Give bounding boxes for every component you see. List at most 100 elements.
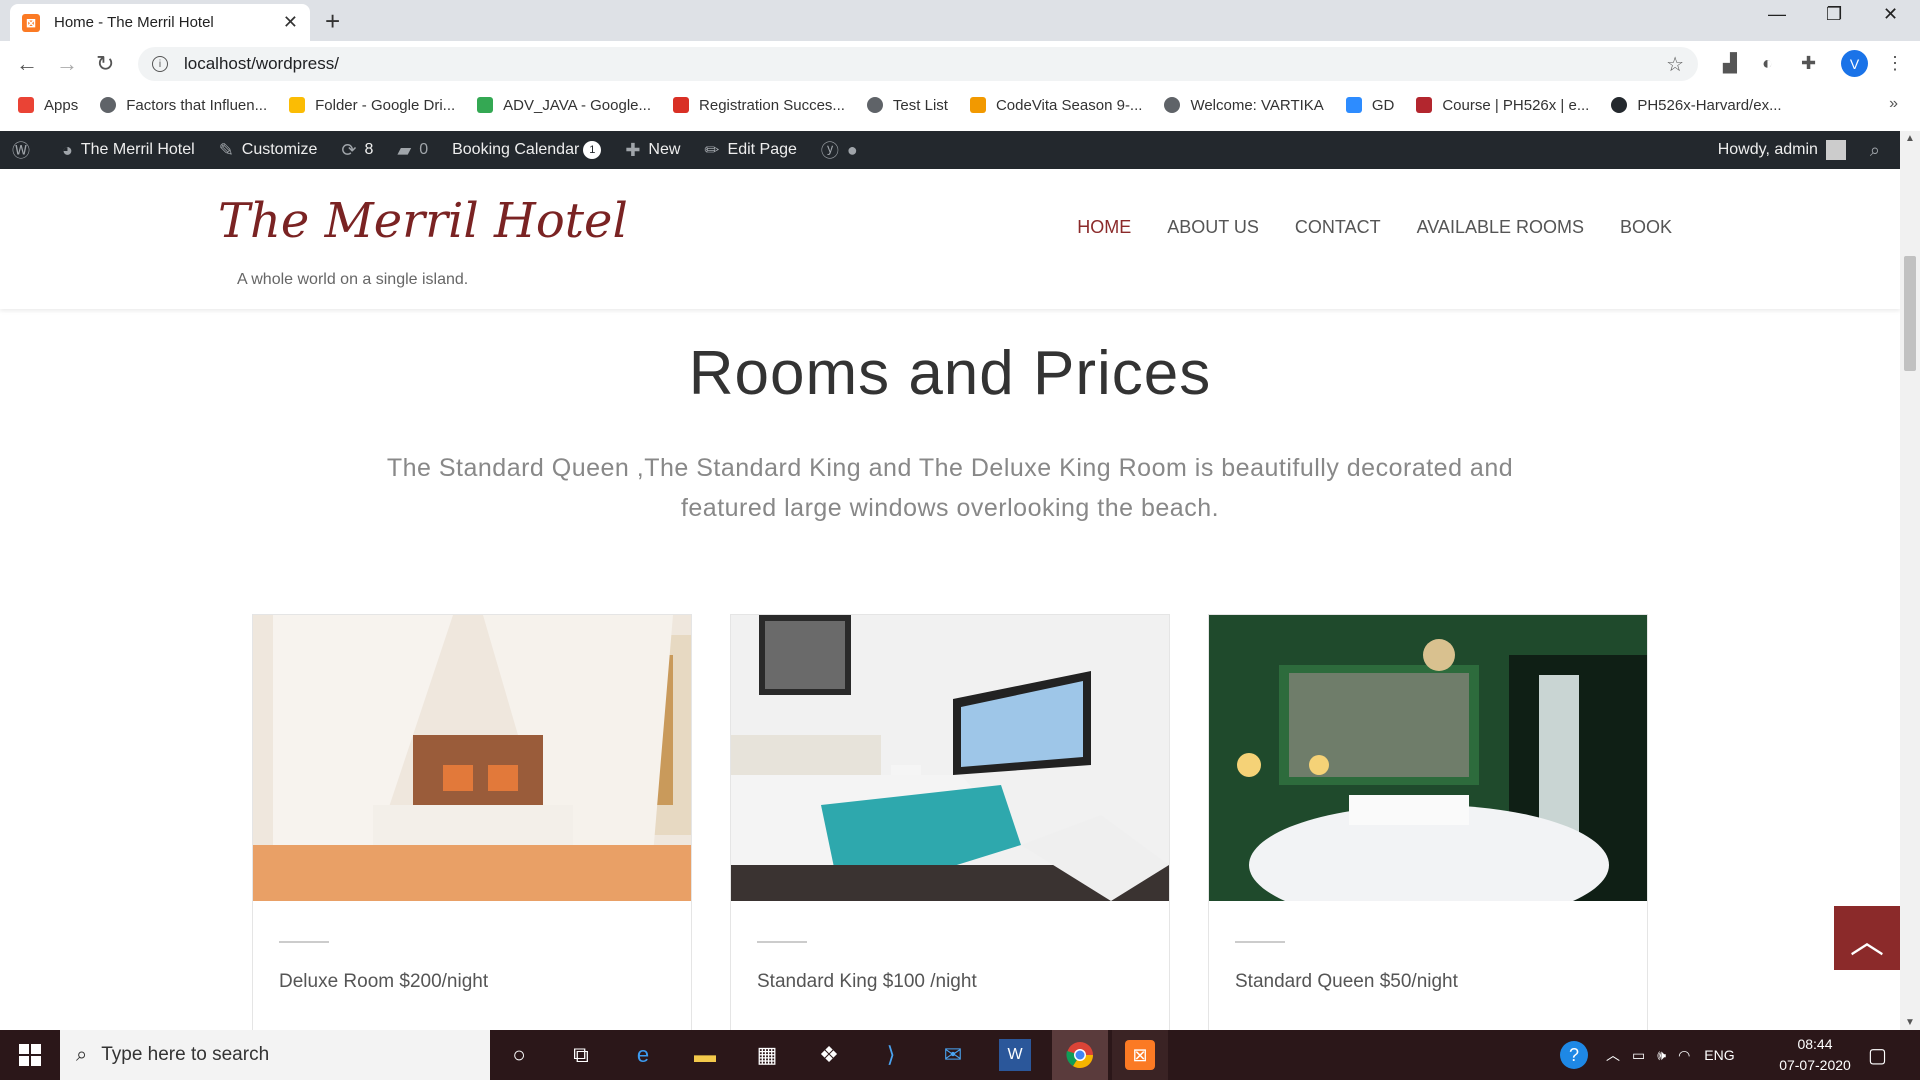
volume-icon[interactable]: 🕪 bbox=[1657, 1047, 1666, 1064]
address-bar[interactable]: i localhost/wordpress/ ☆ bbox=[138, 47, 1698, 81]
chrome-icon bbox=[1066, 1042, 1094, 1069]
card-divider bbox=[1235, 941, 1285, 943]
xampp-favicon-icon: ⊠ bbox=[22, 13, 40, 32]
more-bookmarks-icon[interactable]: » bbox=[1889, 95, 1898, 113]
clock-date: 07-07-2020 bbox=[1779, 1057, 1851, 1073]
browser-tab[interactable]: ⊠ Home - The Merril Hotel ✕ bbox=[10, 4, 310, 41]
site-info-icon[interactable]: i bbox=[152, 56, 168, 72]
wifi-icon[interactable]: ◠ bbox=[1678, 1047, 1690, 1064]
page-scrollbar[interactable]: ▲ ▼ bbox=[1900, 131, 1920, 1030]
new-content-link[interactable]: ✚ New bbox=[613, 131, 692, 169]
nav-about-us[interactable]: ABOUT US bbox=[1167, 217, 1259, 238]
comments-link[interactable]: ▰ 0 bbox=[385, 131, 440, 169]
task-view-icon[interactable]: ⧉ bbox=[565, 1039, 597, 1071]
battery-icon[interactable]: ▭ bbox=[1632, 1047, 1645, 1064]
globe-icon bbox=[100, 97, 117, 113]
forward-button[interactable]: → bbox=[56, 51, 78, 77]
help-icon[interactable]: ? bbox=[1560, 1041, 1588, 1069]
codevita-icon bbox=[969, 97, 986, 113]
wp-admin-bar: Ⓦ ◕ The Merril Hotel ✎ Customize ⟳ 8 ▰ 0 Boo… bbox=[0, 131, 1900, 169]
xampp-taskbar-button[interactable]: ⊠ bbox=[1112, 1030, 1168, 1080]
room-photo-standard-queen[interactable] bbox=[1209, 615, 1647, 901]
notifications-icon[interactable]: ▢ bbox=[1868, 1030, 1887, 1080]
bookmark-item[interactable]: Welcome: VARTIKA bbox=[1164, 97, 1324, 114]
scroll-up-arrow-icon[interactable]: ▲ bbox=[1905, 133, 1915, 144]
reload-button[interactable]: ↻ bbox=[96, 51, 114, 77]
customize-link[interactable]: ✎ Customize bbox=[207, 131, 330, 169]
scroll-down-arrow-icon[interactable]: ▼ bbox=[1905, 1017, 1915, 1028]
room-title[interactable]: Deluxe Room $200/night bbox=[279, 971, 691, 993]
edge-browser-icon[interactable]: e bbox=[627, 1039, 659, 1071]
extensions-puzzle-icon[interactable]: ✚ bbox=[1801, 53, 1816, 74]
bookmark-item[interactable]: Folder - Google Dri... bbox=[289, 97, 455, 114]
microsoft-store-icon[interactable]: ▦ bbox=[751, 1039, 783, 1071]
language-indicator[interactable]: ENG bbox=[1704, 1047, 1734, 1063]
search-icon: ⌕ bbox=[1869, 139, 1880, 160]
scrollbar-thumb[interactable] bbox=[1904, 256, 1916, 371]
booking-badge: 1 bbox=[583, 141, 602, 159]
site-name-link[interactable]: ◕ The Merril Hotel bbox=[50, 131, 207, 169]
bookmark-item[interactable]: Factors that Influen... bbox=[100, 97, 267, 114]
back-button[interactable]: ← bbox=[16, 51, 38, 77]
avatar bbox=[1825, 140, 1846, 160]
taskbar-clock[interactable]: 08:44 07-07-2020 bbox=[1760, 1034, 1870, 1076]
room-title[interactable]: Standard Queen $50/night bbox=[1235, 971, 1647, 993]
yoast-seo-button[interactable]: ⓨ ● bbox=[809, 131, 878, 169]
admin-search-button[interactable]: ⌕ bbox=[1858, 131, 1900, 169]
nav-contact[interactable]: CONTACT bbox=[1295, 217, 1381, 238]
file-explorer-icon[interactable]: ▬ bbox=[689, 1039, 721, 1071]
seo-status-icon: ● bbox=[846, 139, 858, 160]
nav-book[interactable]: BOOK bbox=[1620, 217, 1672, 238]
booking-calendar-link[interactable]: Booking Calendar 1 bbox=[440, 131, 613, 169]
room-card-standard-king[interactable]: Standard King $100 /night bbox=[730, 614, 1170, 1034]
start-button[interactable] bbox=[0, 1030, 60, 1080]
browser-menu-icon[interactable]: ⋮ bbox=[1886, 53, 1904, 74]
mail-icon[interactable]: ✉ bbox=[937, 1039, 969, 1071]
room-card-deluxe[interactable]: Deluxe Room $200/night bbox=[252, 614, 692, 1034]
extension-circle-icon[interactable]: ◐ bbox=[1762, 53, 1773, 74]
windows-taskbar: ⌕ Type here to search ○ ⧉ e ▬ ▦ ❖ ⟩ ✉ W … bbox=[0, 1030, 1920, 1080]
room-card-standard-queen[interactable]: Standard Queen $50/night bbox=[1208, 614, 1648, 1034]
bookmark-item[interactable]: Test List bbox=[866, 97, 948, 114]
wordpress-logo-button[interactable]: Ⓦ bbox=[0, 131, 50, 169]
dropbox-icon[interactable]: ❖ bbox=[813, 1039, 845, 1071]
search-placeholder: Type here to search bbox=[101, 1044, 270, 1065]
scroll-to-top-button[interactable]: ︿ bbox=[1834, 906, 1900, 970]
nav-home[interactable]: HOME bbox=[1077, 217, 1131, 238]
bookmark-star-icon[interactable]: ☆ bbox=[1666, 52, 1684, 77]
bookmark-item[interactable]: Registration Succes... bbox=[673, 97, 845, 114]
url-text[interactable]: localhost/wordpress/ bbox=[184, 54, 339, 74]
close-tab-icon[interactable]: ✕ bbox=[283, 12, 298, 33]
taskbar-search-box[interactable]: ⌕ Type here to search bbox=[60, 1030, 490, 1080]
bookmark-item[interactable]: PH526x-Harvard/ex... bbox=[1611, 97, 1782, 114]
new-tab-button[interactable]: + bbox=[325, 6, 340, 37]
site-tagline: A whole world on a single island. bbox=[237, 271, 469, 288]
edit-page-link[interactable]: ✏ Edit Page bbox=[692, 131, 808, 169]
bookmark-item[interactable]: Course | PH526x | e... bbox=[1416, 97, 1589, 114]
restore-button[interactable]: ❐ bbox=[1826, 4, 1842, 25]
show-hidden-icons-icon[interactable]: ︿ bbox=[1606, 1045, 1620, 1065]
minimize-button[interactable]: — bbox=[1768, 4, 1786, 25]
my-account-link[interactable]: Howdy, admin bbox=[1706, 131, 1858, 169]
site-title[interactable]: The Merril Hotel bbox=[218, 193, 628, 249]
windows-logo-icon bbox=[19, 1044, 41, 1066]
chrome-taskbar-button[interactable] bbox=[1052, 1030, 1108, 1080]
close-window-button[interactable]: ✕ bbox=[1883, 4, 1898, 25]
room-title[interactable]: Standard King $100 /night bbox=[757, 971, 1169, 993]
updates-link[interactable]: ⟳ 8 bbox=[329, 131, 385, 169]
extension-analytics-icon[interactable]: ▟ bbox=[1723, 53, 1737, 74]
profile-avatar[interactable]: V bbox=[1841, 50, 1868, 77]
vscode-icon[interactable]: ⟩ bbox=[875, 1039, 907, 1071]
bookmark-item[interactable]: ADV_JAVA - Google... bbox=[477, 97, 651, 114]
room-photo-standard-king[interactable] bbox=[731, 615, 1169, 901]
word-icon[interactable]: W bbox=[999, 1039, 1031, 1071]
google-drive-icon bbox=[477, 97, 494, 113]
browser-tab-strip: ⊠ Home - The Merril Hotel ✕ + — ❐ ✕ bbox=[0, 0, 1920, 41]
cortana-icon[interactable]: ○ bbox=[503, 1039, 535, 1071]
room-photo-deluxe[interactable] bbox=[253, 615, 691, 901]
section-description: The Standard Queen ,The Standard King an… bbox=[386, 454, 1514, 522]
bookmark-item[interactable]: GD bbox=[1345, 97, 1394, 114]
bookmark-item[interactable]: CodeVita Season 9-... bbox=[969, 97, 1142, 114]
bookmark-apps[interactable]: Apps bbox=[18, 97, 78, 114]
nav-available-rooms[interactable]: AVAILABLE ROOMS bbox=[1417, 217, 1584, 238]
